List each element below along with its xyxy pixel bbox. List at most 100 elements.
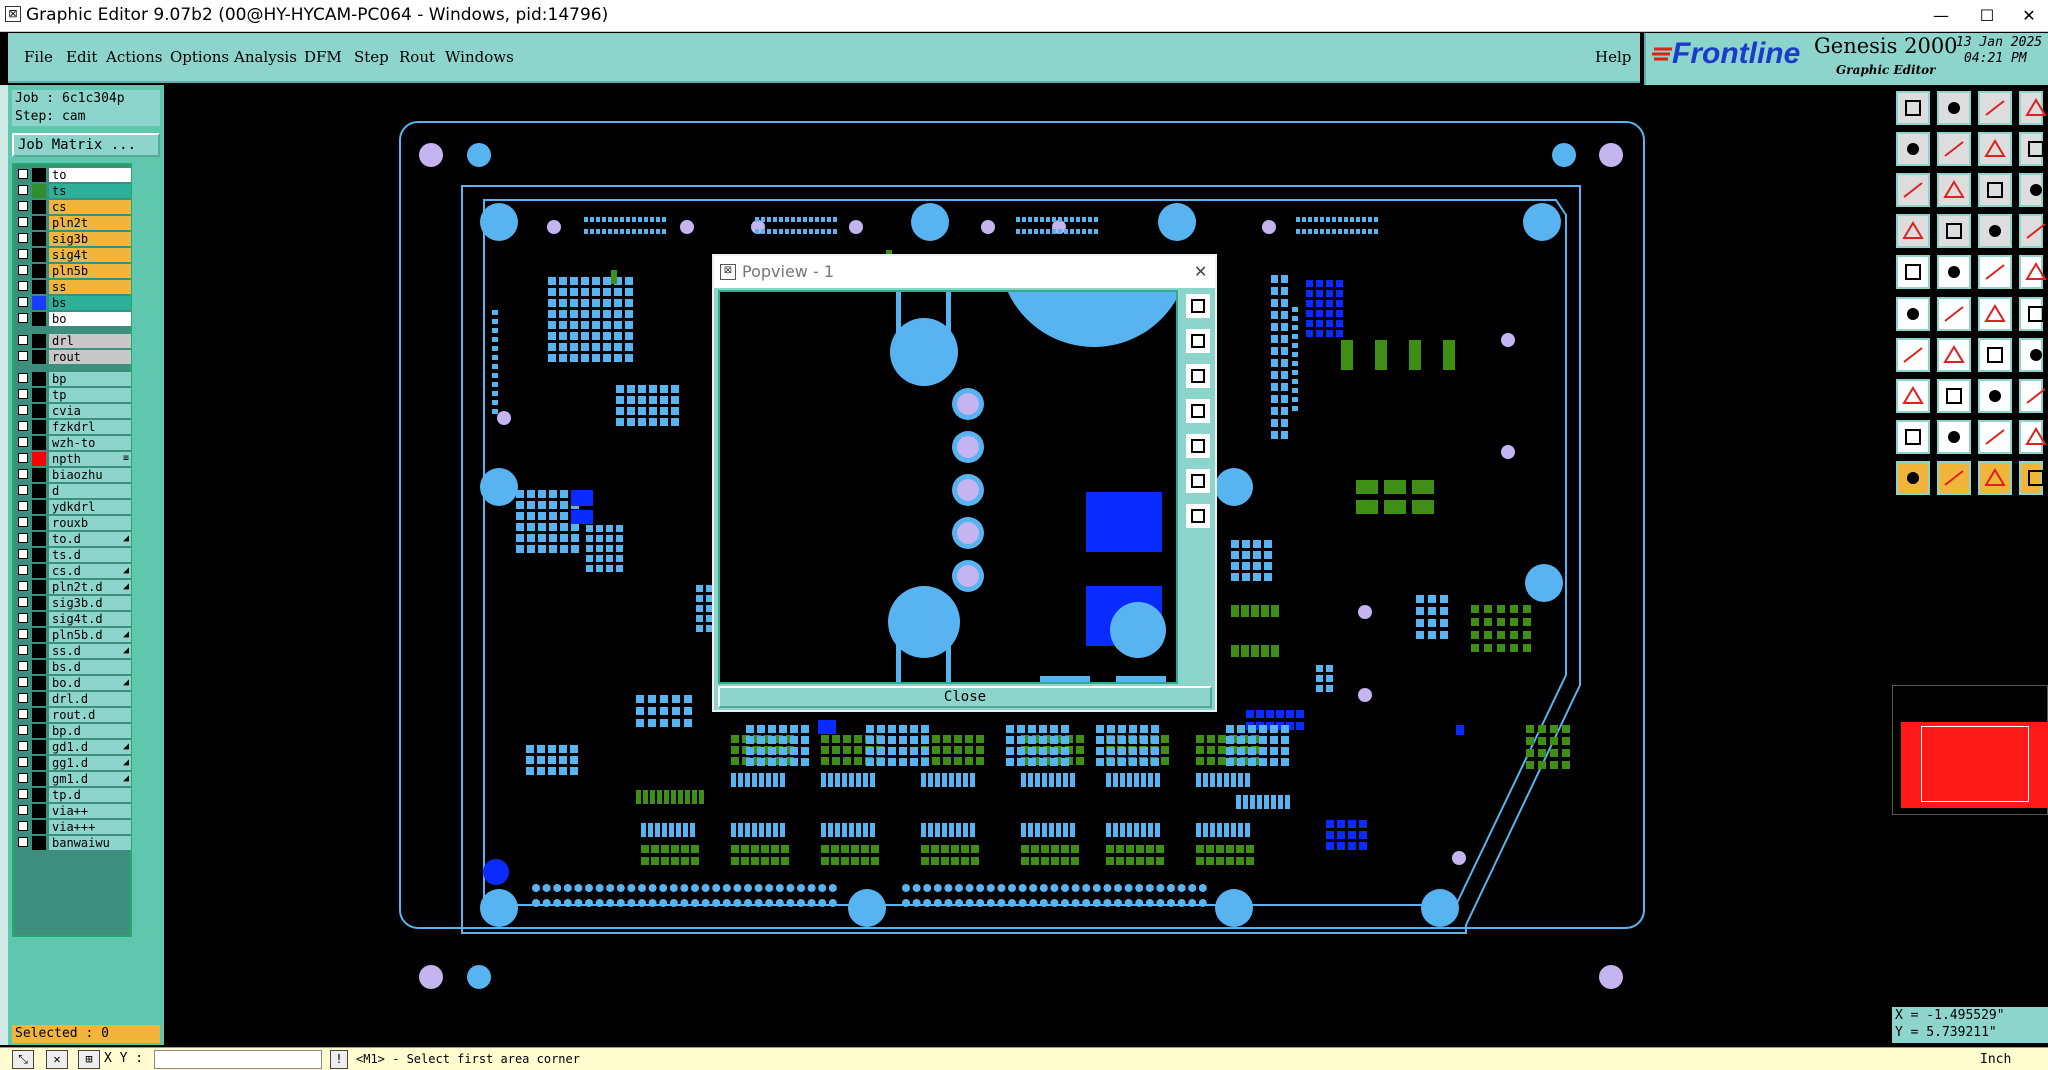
- layer-row-ydkdrl[interactable]: ydkdrl: [16, 500, 132, 514]
- tool-button-r5-c1[interactable]: [1896, 255, 1930, 289]
- layer-row-via-[interactable]: via++: [16, 804, 132, 818]
- layer-color-swatch[interactable]: [32, 804, 46, 818]
- layer-checkbox[interactable]: [18, 217, 28, 227]
- popview-tool-5[interactable]: [1184, 432, 1212, 460]
- layer-name[interactable]: banwaiwu: [49, 836, 131, 850]
- layer-checkbox[interactable]: [18, 297, 28, 307]
- layer-row-pln2t[interactable]: pln2t: [16, 216, 132, 230]
- layer-name[interactable]: tp: [49, 388, 131, 402]
- layer-checkbox[interactable]: [18, 437, 28, 447]
- layer-color-swatch[interactable]: [32, 580, 46, 594]
- menu-options[interactable]: Options: [170, 48, 229, 66]
- layer-checkbox[interactable]: [18, 725, 28, 735]
- tool-button-r7-c4[interactable]: [2019, 338, 2043, 372]
- layer-color-swatch[interactable]: [32, 516, 46, 530]
- layer-row-bo-d[interactable]: bo.d ◢: [16, 676, 132, 690]
- layer-row-rout-d[interactable]: rout.d: [16, 708, 132, 722]
- menu-file[interactable]: File: [24, 48, 53, 66]
- layer-color-swatch[interactable]: [32, 532, 46, 546]
- popview-tool-7[interactable]: [1184, 502, 1212, 530]
- layer-color-swatch[interactable]: [32, 612, 46, 626]
- tool-button-r4-c4[interactable]: [2019, 214, 2046, 248]
- layer-color-swatch[interactable]: [32, 820, 46, 834]
- layer-checkbox[interactable]: [18, 517, 28, 527]
- layer-name[interactable]: ss: [49, 280, 131, 294]
- tool-button-r6-c3[interactable]: [1978, 297, 2012, 331]
- layer-checkbox[interactable]: [18, 469, 28, 479]
- layer-color-swatch[interactable]: [32, 388, 46, 402]
- layer-checkbox[interactable]: [18, 405, 28, 415]
- layer-color-swatch[interactable]: [32, 724, 46, 738]
- layer-name[interactable]: sig4t: [49, 248, 131, 262]
- layer-color-swatch[interactable]: [32, 280, 46, 294]
- layer-name[interactable]: rouxb: [49, 516, 131, 530]
- layer-name[interactable]: wzh-to: [49, 436, 131, 450]
- layer-row-bp[interactable]: bp: [16, 372, 132, 386]
- layer-name[interactable]: cs: [49, 200, 131, 214]
- tool-button-r6-c2[interactable]: [1937, 297, 1971, 331]
- layer-checkbox[interactable]: [18, 805, 28, 815]
- layer-name[interactable]: rout.d: [49, 708, 131, 722]
- layer-name[interactable]: gm1.d ◢: [49, 772, 131, 786]
- layer-row-to-d[interactable]: to.d ◢: [16, 532, 132, 546]
- tool-button-r3-c1[interactable]: [1896, 173, 1930, 207]
- tool-button-r4-c2[interactable]: [1937, 214, 1971, 248]
- info-icon[interactable]: !: [330, 1050, 348, 1069]
- layer-name[interactable]: bs: [49, 296, 131, 310]
- layer-color-swatch[interactable]: [32, 660, 46, 674]
- tool-button-r6-c1[interactable]: [1896, 297, 1930, 331]
- layer-row-biaozhu[interactable]: biaozhu: [16, 468, 132, 482]
- layer-row-bs[interactable]: bs: [16, 296, 132, 310]
- layer-checkbox[interactable]: [18, 233, 28, 243]
- layer-color-swatch[interactable]: [32, 484, 46, 498]
- layer-row-ss[interactable]: ss: [16, 280, 132, 294]
- xy-input[interactable]: [154, 1050, 322, 1069]
- layer-row-sig3b-d[interactable]: sig3b.d: [16, 596, 132, 610]
- layer-row-tp-d[interactable]: tp.d: [16, 788, 132, 802]
- layer-row-cs-d[interactable]: cs.d ◢: [16, 564, 132, 578]
- layer-color-swatch[interactable]: [32, 644, 46, 658]
- layer-color-swatch[interactable]: [32, 788, 46, 802]
- layer-row-ss-d[interactable]: ss.d ◢: [16, 644, 132, 658]
- tool-button-r8-c1[interactable]: [1896, 379, 1930, 413]
- layer-name[interactable]: via++: [49, 804, 131, 818]
- layer-row-rout[interactable]: rout: [16, 350, 132, 364]
- tool-button-r2-c1[interactable]: [1896, 132, 1930, 166]
- tool-button-r8-c2[interactable]: [1937, 379, 1971, 413]
- layer-name[interactable]: to.d ◢: [49, 532, 131, 546]
- layer-name[interactable]: pln5b.d ◢: [49, 628, 131, 642]
- overview-map[interactable]: [1892, 685, 2048, 815]
- layer-color-swatch[interactable]: [32, 334, 46, 348]
- layer-name[interactable]: cvia: [49, 404, 131, 418]
- layer-row-pln5b-d[interactable]: pln5b.d ◢: [16, 628, 132, 642]
- layer-checkbox[interactable]: [18, 533, 28, 543]
- layer-name[interactable]: rout: [49, 350, 131, 364]
- layer-color-swatch[interactable]: [32, 168, 46, 182]
- tool-button-r5-c4[interactable]: [2019, 255, 2047, 289]
- layer-name[interactable]: d: [49, 484, 131, 498]
- layer-row-d[interactable]: d: [16, 484, 132, 498]
- layer-name[interactable]: npth ≡: [49, 452, 131, 466]
- layer-name[interactable]: via+++: [49, 820, 131, 834]
- layer-checkbox[interactable]: [18, 201, 28, 211]
- layer-color-swatch[interactable]: [32, 184, 46, 198]
- tool-button-r10-c2[interactable]: [1937, 461, 1971, 495]
- layer-checkbox[interactable]: [18, 485, 28, 495]
- layer-color-swatch[interactable]: [32, 676, 46, 690]
- layer-name[interactable]: tp.d: [49, 788, 131, 802]
- layer-color-swatch[interactable]: [32, 468, 46, 482]
- tool-button-r8-c4[interactable]: [2019, 379, 2046, 413]
- layer-color-swatch[interactable]: [32, 500, 46, 514]
- layer-row-cs[interactable]: cs: [16, 200, 132, 214]
- layer-row-gd1-d[interactable]: gd1.d ◢: [16, 740, 132, 754]
- layer-checkbox[interactable]: [18, 821, 28, 831]
- layer-row-bo[interactable]: bo: [16, 312, 132, 326]
- layer-color-swatch[interactable]: [32, 404, 46, 418]
- menu-actions[interactable]: Actions: [106, 48, 162, 66]
- layer-name[interactable]: gg1.d ◢: [49, 756, 131, 770]
- tool-button-r2-c4[interactable]: [2019, 132, 2044, 166]
- job-matrix-button[interactable]: Job Matrix ...: [12, 133, 160, 157]
- layer-row-bs-d[interactable]: bs.d: [16, 660, 132, 674]
- layer-row-bp-d[interactable]: bp.d: [16, 724, 132, 738]
- tool-button-r7-c2[interactable]: [1937, 338, 1971, 372]
